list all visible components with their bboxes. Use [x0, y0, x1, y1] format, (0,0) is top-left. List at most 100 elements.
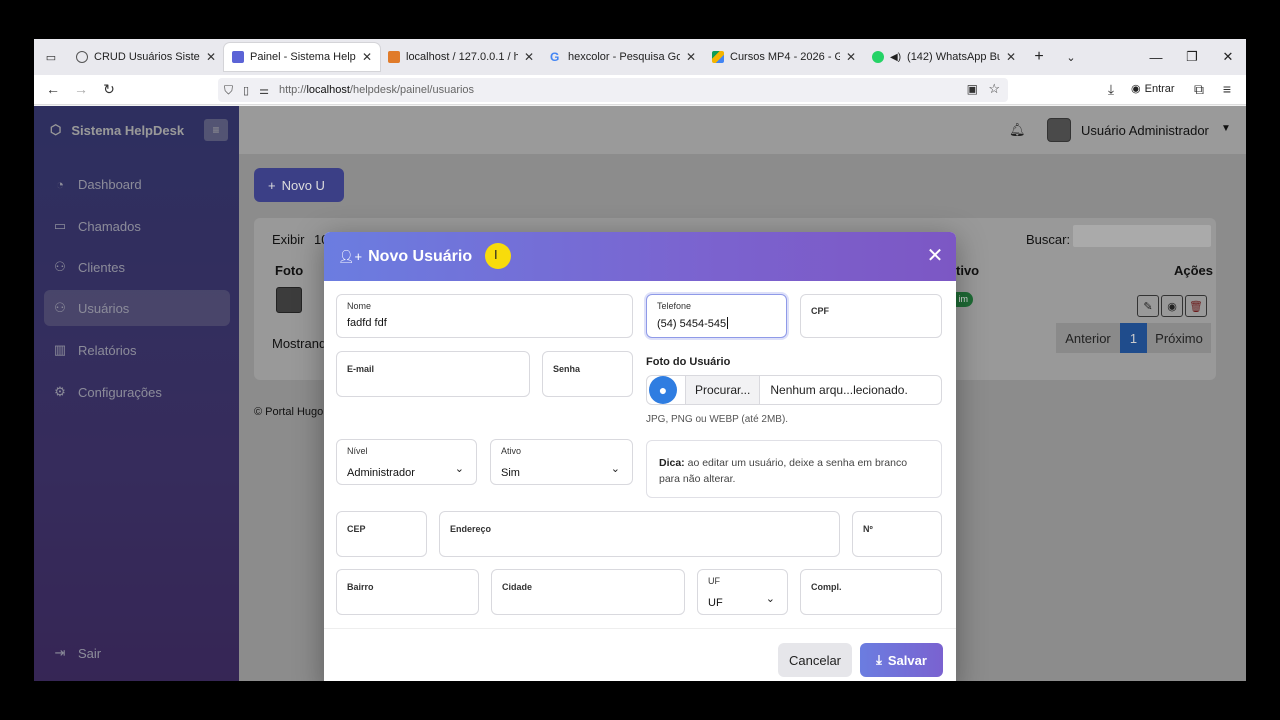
nivel-select[interactable]: Nível Administrador ⌄ — [336, 439, 477, 485]
cidade-label: Cidade — [502, 582, 533, 592]
sidebar-item-chamados[interactable]: ▭ Chamados — [44, 208, 230, 244]
senha-field[interactable]: Senha — [542, 351, 633, 397]
avatar[interactable] — [1047, 118, 1071, 142]
uf-select[interactable]: UF UF ⌄ — [697, 569, 788, 615]
sidebar-item-label: Chamados — [78, 218, 141, 234]
bell-icon[interactable]: 🔔︎ — [1009, 122, 1026, 138]
cep-field[interactable]: CEP — [336, 511, 427, 557]
numero-field[interactable]: Nº — [852, 511, 942, 557]
cidade-field[interactable]: Cidade — [491, 569, 685, 615]
delete-button[interactable]: 🗑︎ — [1185, 295, 1207, 317]
nome-label: Nome — [347, 301, 372, 311]
user-photo — [276, 287, 302, 313]
reload-button[interactable]: ↻ — [100, 81, 118, 98]
telefone-field[interactable]: Telefone (54) 5454-545 — [646, 294, 787, 338]
nome-field[interactable]: Nome fadfd fdf — [336, 294, 633, 338]
sidebar-item-usuarios[interactable]: ⚇ Usuários — [44, 290, 230, 326]
cep-label: CEP — [347, 524, 366, 534]
sidebar-item-dashboard[interactable]: ◔ Dashboard — [44, 166, 230, 202]
save-button[interactable]: ⤓ Salvar — [860, 643, 943, 677]
compl-field[interactable]: Compl. — [800, 569, 942, 615]
extensions-button[interactable]: ⧉ — [1190, 81, 1208, 98]
tab-label: Cursos MP4 - 2026 - Google — [730, 51, 840, 63]
sidebar-toggle-button[interactable]: ≡ — [204, 119, 228, 141]
close-window-button[interactable]: ✕ — [1210, 39, 1246, 75]
minimize-button[interactable]: — — [1138, 39, 1174, 75]
pager-next-button[interactable]: Próximo — [1147, 323, 1211, 353]
speaker-icon[interactable]: ◀) — [890, 52, 901, 63]
tab-google-search[interactable]: G hexcolor - Pesquisa Google ✕ — [542, 43, 704, 71]
tab-phpmyadmin[interactable]: localhost / 127.0.0.1 / helpde ✕ — [380, 43, 542, 71]
google-drive-icon — [712, 51, 724, 63]
close-tab-icon[interactable]: ✕ — [362, 50, 372, 64]
clients-icon: ⚇ — [54, 259, 66, 274]
photo-file-input[interactable]: ● Procurar... Nenhum arqu...lecionado. — [646, 375, 942, 405]
close-tab-icon[interactable]: ✕ — [524, 50, 534, 64]
cube-icon: ⬡ — [50, 122, 62, 137]
tab-list-button[interactable]: ▭ — [34, 43, 68, 71]
senha-label: Senha — [553, 364, 581, 374]
url-prefix: http:// — [278, 84, 307, 96]
cancel-button[interactable]: Cancelar — [778, 643, 852, 677]
back-button[interactable]: ← — [44, 81, 62, 97]
browse-button[interactable]: Procurar... — [685, 376, 761, 404]
downloads-button[interactable]: ⤓ — [1102, 81, 1120, 98]
sidebar-item-clientes[interactable]: ⚇ Clientes — [44, 249, 230, 285]
whatsapp-icon — [872, 51, 884, 63]
caret-down-icon[interactable]: ▼ — [1221, 123, 1231, 134]
hamburger-icon: ≡ — [212, 123, 220, 137]
close-tab-icon[interactable]: ✕ — [1006, 50, 1016, 64]
view-button[interactable]: ◉ — [1161, 295, 1183, 317]
reader-view-icon[interactable]: ▣ — [967, 82, 978, 96]
google-icon: G — [550, 50, 560, 64]
photo-hint: JPG, PNG ou WEBP (até 2MB). — [646, 414, 789, 425]
close-tab-icon[interactable]: ✕ — [686, 50, 696, 64]
sidebar-item-configuracoes[interactable]: ⚙ Configurações — [44, 374, 230, 410]
tab-overflow-button[interactable]: ⌄ — [1054, 43, 1088, 71]
search-input[interactable] — [1072, 224, 1212, 248]
tab-google-drive[interactable]: Cursos MP4 - 2026 - Google ✕ — [704, 43, 864, 71]
cpf-field[interactable]: CPF — [800, 294, 942, 338]
close-tab-icon[interactable]: ✕ — [846, 50, 856, 64]
pager-prev-button[interactable]: Anterior — [1056, 323, 1120, 353]
tab-whatsapp[interactable]: ◀) (142) WhatsApp Busines ✕ — [864, 43, 1024, 71]
uf-label: UF — [708, 576, 720, 586]
menu-button[interactable]: ≡ — [1218, 81, 1236, 97]
endereco-label: Endereço — [450, 524, 492, 534]
sidebar-item-relatorios[interactable]: ▥ Relatórios — [44, 332, 230, 368]
column-header-actions: Ações — [1174, 263, 1214, 278]
forward-button[interactable]: → — [72, 81, 90, 97]
new-user-modal: 👤︎+ Novo Usuário ✕ Nome fadfd fdf Telefo… — [324, 232, 956, 681]
tip-bold: Dica: — [659, 457, 685, 469]
tab-crud[interactable]: CRUD Usuários Sistema ✕ — [68, 43, 224, 71]
sidebar-item-label: Clientes — [78, 259, 125, 275]
close-modal-button[interactable]: ✕ — [924, 245, 946, 267]
email-label: E-mail — [347, 364, 375, 374]
shield-icon: ⛉ — [224, 82, 234, 97]
endereco-field[interactable]: Endereço — [439, 511, 840, 557]
ativo-select[interactable]: Ativo Sim ⌄ — [490, 439, 633, 485]
pager-page-1[interactable]: 1 — [1120, 323, 1147, 353]
close-tab-icon[interactable]: ✕ — [206, 50, 216, 64]
maximize-button[interactable]: ❐ — [1174, 39, 1210, 75]
tab-painel[interactable]: Painel - Sistema HelpDesk ✕ — [224, 43, 380, 71]
email-field[interactable]: E-mail — [336, 351, 530, 397]
minimize-icon: — — [1149, 49, 1163, 65]
modal-footer-divider — [324, 628, 956, 629]
page-icon: ▯ — [243, 84, 250, 97]
sidebar-item-label: Relatórios — [78, 342, 137, 358]
save-icon: ⤓ — [876, 652, 882, 667]
new-user-button[interactable]: + Novo U — [254, 168, 344, 202]
bairro-field[interactable]: Bairro — [336, 569, 479, 615]
url-path: /helpdesk/painel/usuarios — [349, 84, 475, 96]
signin-button[interactable]: ◉ Entrar — [1131, 82, 1175, 96]
edit-button[interactable]: ✎ — [1137, 295, 1159, 317]
permissions-icon[interactable]: ⚌ — [259, 84, 269, 97]
user-menu[interactable]: Usuário Administrador — [1081, 123, 1209, 138]
bookmark-star-icon[interactable]: ☆ — [988, 81, 1000, 97]
new-user-label: Novo U — [281, 177, 325, 193]
new-tab-button[interactable]: + — [1024, 43, 1054, 71]
chevron-down-icon: ⌄ — [610, 463, 620, 475]
address-bar[interactable]: ⛉ ▯ ⚌ http://localhost/helpdesk/painel/u… — [218, 78, 1008, 102]
sidebar-item-sair[interactable]: ⇥ Sair — [44, 635, 230, 671]
